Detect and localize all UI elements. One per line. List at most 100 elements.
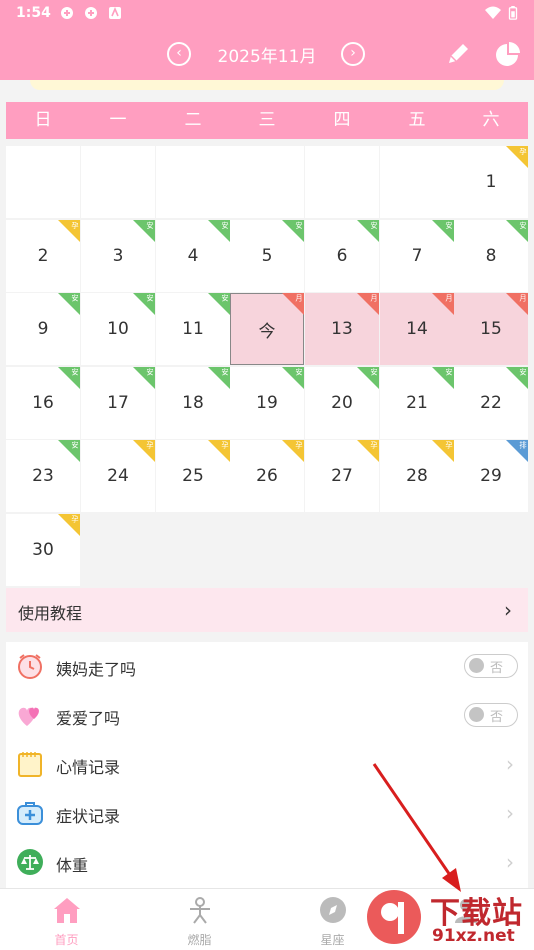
day-status-tag: 安 [295,368,303,377]
hearts-icon [18,707,39,726]
calendar-day-cell[interactable]: 25 孕 [156,440,230,513]
month-title: 2025年11月 [217,47,317,67]
intimacy-toggle[interactable]: 否 [464,703,518,727]
calendar-day-cell[interactable]: 11 安 [156,293,230,366]
notification-icon [109,6,121,19]
weekday-header: 日 一 二 三 四 五 六 [6,102,528,139]
calendar-empty-cell [305,146,379,218]
list-item-intimacy[interactable]: 爱爱了吗 否 [6,691,528,740]
calendar-day-cell[interactable]: 24 孕 [81,440,155,513]
calendar-day-cell[interactable]: 22 安 [454,366,528,439]
calendar-day-cell[interactable]: 15 月 [454,293,528,366]
calendar-day-cell[interactable]: 1孕 [454,146,528,218]
calendar-day-cell[interactable]: 5安 [230,219,304,292]
day-status-tag: 安 [519,368,527,377]
day-status-tag: 孕 [519,147,527,156]
calendar-day-cell[interactable]: 18 安 [156,366,230,439]
calendar-day-cell[interactable]: 3安 [81,219,155,292]
prev-month-button[interactable]: ‹ [167,42,191,66]
pencil-icon[interactable] [444,40,472,68]
calendar-day-cell[interactable]: 19 安 [230,366,304,439]
list-item-label: 姨妈走了吗 [56,660,137,679]
chevron-right-icon: › [506,801,514,825]
toggle-knob [469,707,484,722]
tab-fat-burn[interactable]: 燃脂 [133,889,266,950]
calendar-day-cell[interactable]: 6安 [305,219,379,292]
watermark-logo-icon [367,890,421,944]
medical-kit-icon [17,802,43,825]
calendar-day-cell[interactable]: 21 安 [380,366,454,439]
watermark-site: 91xz.net [432,926,515,946]
day-status-tag: 孕 [295,441,303,450]
toggle-knob [469,658,484,673]
fitness-icon [190,897,210,924]
scale-icon [17,849,43,875]
calendar-day-cell[interactable]: 28 孕 [380,440,454,513]
calendar-day-cell[interactable]: 27 孕 [305,440,379,513]
calendar-empty-cell [380,146,454,218]
tab-label: 燃脂 [187,933,212,947]
month-navbar: ‹ 2025年11月 › [0,28,534,80]
calendar-empty-cell [230,146,304,218]
tutorial-row[interactable]: 使用教程 › [6,588,528,632]
weekday-label: 日 [34,110,52,130]
calendar-day-cell[interactable]: 14 月 [380,293,454,366]
list-item-symptom[interactable]: 症状记录 › [6,789,528,838]
list-item-label: 体重 [56,856,89,875]
calendar-day-cell[interactable]: 16 安 [6,366,80,439]
calendar-day-cell[interactable]: 9安 [6,293,80,366]
day-status-tag: 月 [519,294,527,303]
list-item-period-ended[interactable]: 姨妈走了吗 否 [6,642,528,691]
notification-icon [85,7,97,19]
status-bar: 1:54 [0,0,534,28]
calendar-day-cell[interactable]: 20 安 [305,366,379,439]
day-status-tag: 安 [370,221,378,230]
day-status-tag: 安 [71,441,79,450]
toggle-text: 否 [490,710,504,725]
day-status-tag: 孕 [370,441,378,450]
home-icon [54,898,80,923]
weekday-label: 五 [408,110,426,130]
compass-icon [320,897,346,923]
list-item-weight[interactable]: 体重 › [6,838,528,887]
day-status-tag: 安 [295,221,303,230]
day-status-tag: 安 [71,294,79,303]
chevron-right-icon: › [506,850,514,874]
weekday-label: 四 [333,110,351,130]
day-status-tag: 安 [445,368,453,377]
wifi-icon [485,6,501,19]
list-item-label: 症状记录 [56,807,121,826]
period-ended-toggle[interactable]: 否 [464,654,518,678]
day-status-tag: 月 [445,294,453,303]
pie-chart-icon[interactable] [494,40,522,68]
calendar-day-cell[interactable]: 29 排 [454,440,528,513]
calendar-day-cell[interactable]: 4安 [156,219,230,292]
calendar-day-cell[interactable]: 23 安 [6,440,80,513]
day-status-tag: 安 [71,368,79,377]
calendar-empty-cell [81,146,155,218]
tab-home[interactable]: 首页 [0,889,133,950]
calendar-day-cell[interactable]: 30 孕 [6,514,80,586]
calendar-day-cell[interactable]: 8安 [454,219,528,292]
next-month-button[interactable]: › [341,42,365,66]
calendar-day-cell[interactable]: 今月 [230,293,304,366]
day-status-tag: 月 [295,294,303,303]
list-item-mood[interactable]: 心情记录 › [6,740,528,789]
day-status-tag: 安 [445,221,453,230]
chevron-right-icon: › [506,752,514,776]
calendar-day-cell[interactable]: 2孕 [6,219,80,292]
calendar-day-cell[interactable]: 13 月 [305,293,379,366]
day-status-tag: 安 [519,221,527,230]
calendar-grid: 1 孕 2 孕 3 安 4 安 5 安 6 安 7 安 8 安 9 安 10 安 11 安今月 13 月 14 月 15 月 16 安 17… [6,146,528,586]
calendar-day-cell[interactable]: 26 孕 [230,440,304,513]
chevron-left-icon: ‹ [176,45,182,61]
weekday-label: 一 [109,110,127,130]
tab-label: 首页 [54,933,79,947]
calendar-day-cell[interactable]: 17 安 [81,366,155,439]
day-status-tag: 孕 [71,221,79,230]
alarm-clock-icon [18,654,42,679]
day-status-tag: 月 [370,294,378,303]
calendar-day-cell[interactable]: 7安 [380,219,454,292]
calendar-day-cell[interactable]: 10 安 [81,293,155,366]
notice-banner [30,80,504,90]
